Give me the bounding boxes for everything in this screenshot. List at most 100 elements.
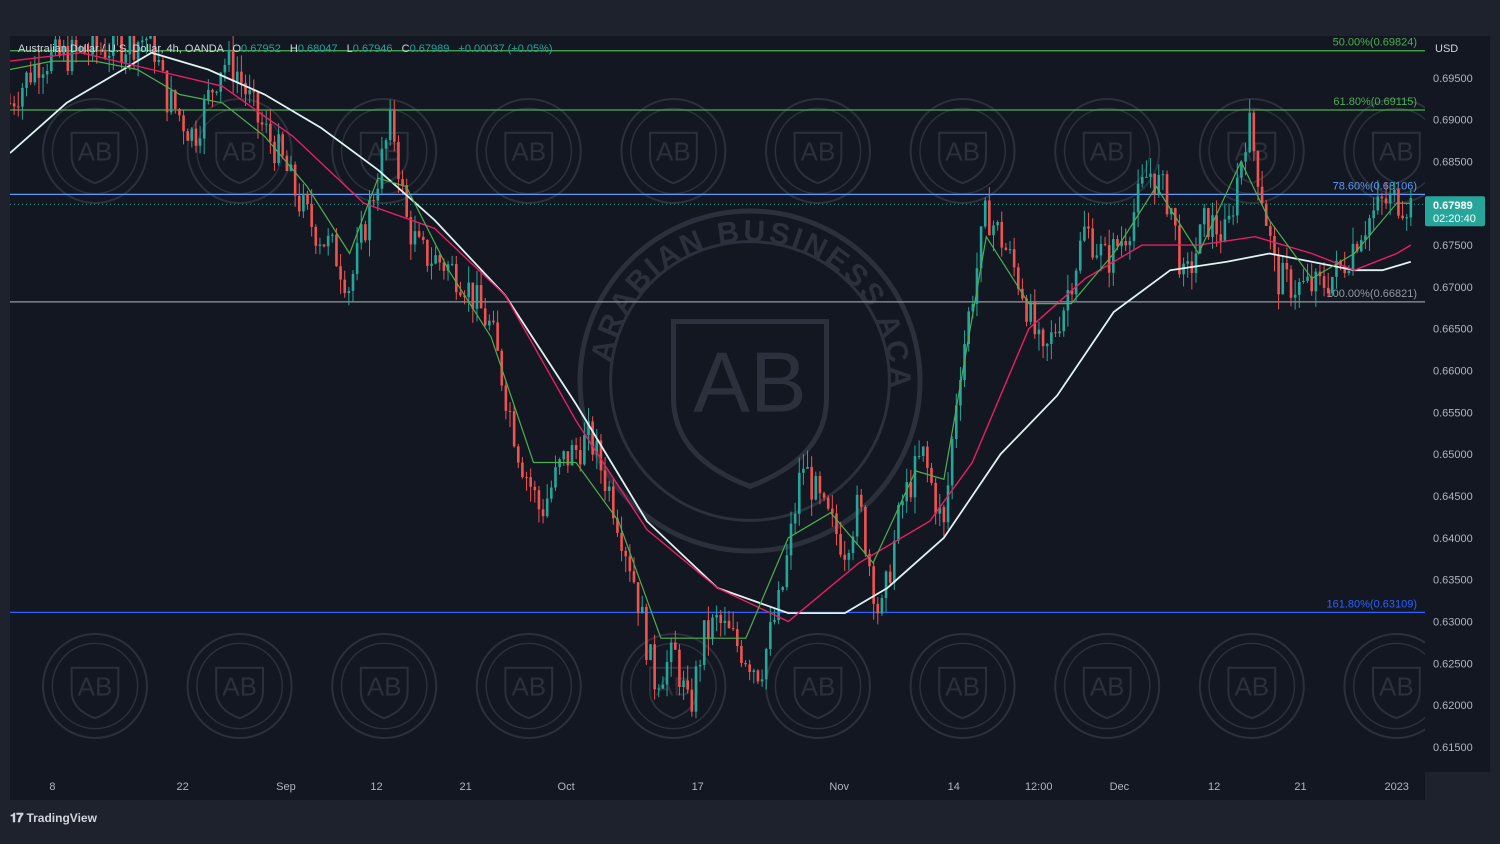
candle-body bbox=[1045, 343, 1049, 347]
chart-canvas[interactable]: ABARABIAN BUSINESS ACADEMYABABABABABABAB… bbox=[10, 36, 1425, 772]
candle-body bbox=[1347, 270, 1351, 274]
candle-body bbox=[760, 679, 764, 682]
candle-body bbox=[917, 455, 921, 457]
time-tick-label: Dec bbox=[1110, 781, 1130, 793]
candle-body bbox=[1289, 269, 1293, 298]
price-tick-label: 0.63500 bbox=[1433, 575, 1473, 587]
price-tick-label: 0.69500 bbox=[1433, 73, 1473, 85]
candle-body bbox=[178, 109, 181, 116]
candle-body bbox=[1302, 280, 1305, 283]
candle-body bbox=[810, 466, 813, 500]
candle-body bbox=[996, 221, 999, 226]
candle-body bbox=[413, 231, 417, 245]
candle-body bbox=[1326, 287, 1330, 294]
fib-label: 100.00%(0.66821) bbox=[1326, 288, 1417, 300]
candle-body bbox=[711, 617, 714, 640]
low-value: 0.67946 bbox=[352, 43, 393, 55]
candle-body bbox=[310, 204, 313, 227]
watermark-monogram: AB bbox=[1090, 671, 1125, 701]
candle-body bbox=[240, 71, 243, 83]
candle-body bbox=[946, 485, 950, 523]
candle-body bbox=[1223, 219, 1227, 241]
candle-body bbox=[37, 63, 41, 78]
price-tick-label: 0.66000 bbox=[1433, 366, 1473, 378]
candle-body bbox=[624, 550, 628, 557]
candle-body bbox=[297, 195, 301, 212]
candle-body bbox=[318, 244, 322, 246]
candle-body bbox=[475, 285, 479, 309]
candle-body bbox=[145, 38, 148, 41]
candle-body bbox=[632, 571, 636, 583]
watermark-monogram: AB bbox=[222, 671, 257, 701]
candle-body bbox=[723, 620, 727, 623]
candle-body bbox=[1145, 176, 1148, 178]
tradingview-logo[interactable]: 𝟏𝟕 TradingView bbox=[10, 810, 97, 826]
candle-body bbox=[1041, 329, 1045, 347]
candle-body bbox=[1161, 174, 1165, 176]
time-tick-label: 21 bbox=[1294, 781, 1306, 793]
candle-body bbox=[355, 242, 359, 274]
candle-body bbox=[950, 439, 954, 486]
candle-body bbox=[124, 54, 128, 63]
candle-body bbox=[744, 662, 747, 665]
candle-body bbox=[773, 620, 776, 622]
candle-body bbox=[314, 226, 318, 246]
chart-area[interactable]: ABARABIAN BUSINESS ACADEMYABABABABABABAB… bbox=[10, 36, 1425, 772]
candle-body bbox=[1202, 208, 1206, 225]
candle-body bbox=[41, 74, 45, 78]
candle-body bbox=[578, 450, 582, 465]
candle-body bbox=[1128, 240, 1132, 246]
candle-body bbox=[537, 490, 541, 510]
open-key: O bbox=[232, 43, 242, 55]
candle-body bbox=[1012, 249, 1016, 268]
candle-body bbox=[1293, 294, 1297, 298]
candle-body bbox=[1099, 243, 1103, 256]
candle-body bbox=[223, 64, 227, 73]
candle-body bbox=[793, 513, 797, 524]
time-tick-label: 2023 bbox=[1384, 781, 1408, 793]
symbol-title[interactable]: Australian Dollar / U.S. Dollar, 4h, OAN… bbox=[18, 43, 223, 55]
candle-body bbox=[921, 446, 925, 456]
candle-body bbox=[1054, 332, 1057, 334]
candle-body bbox=[802, 468, 805, 473]
candle-body bbox=[339, 266, 342, 280]
price-scale[interactable]: USD 0.61500 0.62000 0.62500 0.63000 0.63500 0.… bbox=[1425, 36, 1490, 772]
candle-body bbox=[1004, 247, 1008, 250]
candle-body bbox=[1008, 249, 1012, 251]
candle-body bbox=[1062, 310, 1066, 332]
candle-body bbox=[140, 40, 144, 43]
time-tick-label: 21 bbox=[460, 781, 472, 793]
candle-body bbox=[343, 279, 347, 294]
candle-body bbox=[566, 451, 570, 466]
candle-body bbox=[814, 476, 818, 500]
candle-body bbox=[678, 649, 681, 687]
candle-body bbox=[859, 494, 863, 507]
candle-body bbox=[29, 72, 32, 83]
candle-body bbox=[1256, 151, 1260, 187]
candle-body bbox=[1285, 262, 1289, 270]
candle-body bbox=[380, 148, 384, 189]
candle-body bbox=[818, 476, 822, 494]
fib-label: 61.80%(0.69115) bbox=[1333, 96, 1417, 108]
candle-body bbox=[1331, 276, 1334, 294]
candle-body bbox=[554, 467, 557, 488]
fib-label: 161.80%(0.63109) bbox=[1326, 598, 1417, 610]
time-tick-label: 12 bbox=[370, 781, 382, 793]
candle-body bbox=[508, 410, 512, 412]
time-tick-label: 17 bbox=[692, 781, 704, 793]
candle-body bbox=[1393, 189, 1396, 194]
time-scale[interactable]: 8 22 Sep 12 21 Oct 17 Nov 14 12:00 Dec 12 21 2023 bbox=[10, 772, 1425, 800]
candle-body bbox=[376, 188, 380, 201]
candle-body bbox=[409, 217, 413, 245]
candle-body bbox=[430, 263, 433, 266]
candle-body bbox=[397, 141, 400, 180]
candle-body bbox=[1388, 193, 1392, 204]
candle-body bbox=[888, 571, 892, 583]
candle-body bbox=[661, 684, 665, 689]
candle-body bbox=[12, 103, 16, 107]
candle-body bbox=[649, 644, 652, 660]
candle-body bbox=[1000, 221, 1004, 248]
candle-body bbox=[607, 486, 611, 491]
candle-body bbox=[421, 236, 425, 240]
candle-body bbox=[1165, 174, 1169, 215]
